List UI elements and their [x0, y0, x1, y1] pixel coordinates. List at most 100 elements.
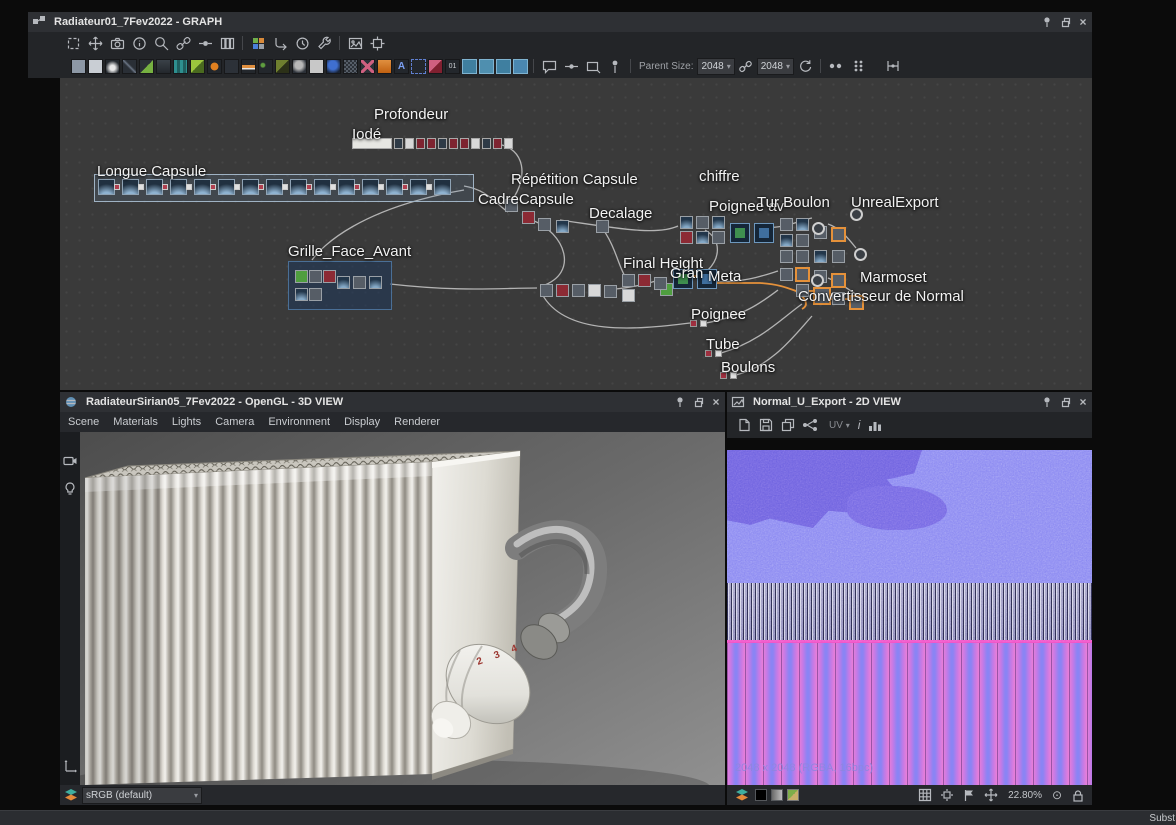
split-red-node-icon[interactable] — [428, 59, 443, 74]
image-thumb-swatch[interactable] — [787, 789, 799, 801]
grunge-node-icon[interactable] — [258, 59, 273, 74]
levels-node-icon[interactable] — [156, 59, 171, 74]
blend-node-icon[interactable] — [88, 59, 103, 74]
value-node-icon[interactable] — [445, 59, 460, 74]
frame-node-icon[interactable] — [583, 57, 603, 75]
uv-mode-dropdown[interactable]: UV ▾ — [829, 420, 850, 431]
graph-node[interactable] — [369, 276, 382, 289]
fxmap-node-icon[interactable] — [462, 59, 477, 74]
graph-node[interactable] — [323, 270, 336, 283]
graph-node[interactable] — [540, 284, 553, 297]
graph-node[interactable] — [696, 231, 709, 244]
marquee-select-icon[interactable] — [63, 34, 83, 52]
graph-node[interactable] — [295, 288, 308, 301]
curve-node-icon[interactable] — [122, 59, 137, 74]
timer-icon[interactable] — [292, 34, 312, 52]
graph-node[interactable] — [309, 270, 322, 283]
export-node-icon[interactable] — [800, 416, 820, 434]
graph-node[interactable] — [780, 250, 793, 263]
comment-icon[interactable] — [539, 57, 559, 75]
pin-icon[interactable] — [1038, 14, 1056, 30]
graph-node[interactable] — [622, 274, 635, 287]
transform-node-icon[interactable] — [224, 59, 239, 74]
uniform-color-node-icon[interactable] — [71, 59, 86, 74]
graph-node[interactable] — [242, 179, 259, 195]
sphere-gray-node-icon[interactable] — [292, 59, 307, 74]
layers-icon[interactable] — [732, 786, 752, 804]
graph-node[interactable] — [556, 220, 569, 233]
graph-node[interactable] — [700, 320, 707, 327]
graph-node-framed[interactable] — [697, 269, 717, 289]
graph-node[interactable] — [352, 138, 392, 149]
menu-materials[interactable]: Materials — [113, 416, 158, 428]
graph-node[interactable] — [814, 250, 827, 263]
menu-display[interactable]: Display — [344, 416, 380, 428]
graph-node[interactable] — [712, 216, 725, 229]
layout-columns-icon[interactable] — [217, 34, 237, 52]
iode-node-strip[interactable] — [352, 138, 515, 149]
graph-node[interactable] — [338, 179, 355, 195]
graph-node[interactable] — [362, 179, 379, 195]
blur-node-icon[interactable] — [105, 59, 120, 74]
float-icon[interactable] — [1056, 14, 1074, 30]
output-node[interactable] — [812, 222, 825, 235]
3d-viewport[interactable]: 2 3 4 — [80, 432, 725, 785]
output-size-dropdown[interactable]: 2048▾ — [757, 58, 794, 75]
graph-node[interactable] — [780, 234, 793, 247]
close-icon[interactable]: × — [1074, 394, 1092, 410]
dot-node-icon[interactable] — [561, 57, 581, 75]
dirt-node-icon[interactable] — [275, 59, 290, 74]
lock-icon[interactable] — [1067, 786, 1087, 804]
graph-node[interactable] — [696, 216, 709, 229]
graph-node[interactable] — [596, 220, 609, 233]
graph-node[interactable] — [98, 179, 115, 195]
gradient-map-node-icon[interactable] — [173, 59, 188, 74]
graph-node[interactable] — [622, 289, 635, 302]
link-icon[interactable] — [173, 34, 193, 52]
reset-size-icon[interactable] — [795, 57, 815, 75]
graph-node[interactable] — [715, 350, 722, 357]
camera-icon[interactable] — [60, 452, 80, 470]
graph-node[interactable] — [504, 138, 513, 149]
grille-face-avant-group[interactable] — [288, 261, 392, 310]
graph-node-framed[interactable] — [754, 223, 774, 243]
graph-node[interactable] — [309, 288, 322, 301]
parent-size-dropdown[interactable]: 2048▾ — [697, 58, 734, 75]
graph-node-framed[interactable] — [673, 269, 693, 289]
pin-icon[interactable] — [1038, 394, 1056, 410]
flag-icon[interactable] — [959, 786, 979, 804]
graph-node[interactable] — [405, 138, 414, 149]
graph-node[interactable] — [194, 179, 211, 195]
graph-node[interactable] — [780, 218, 793, 231]
image-info-icon[interactable]: i — [858, 418, 861, 432]
graph-node-selected[interactable] — [832, 274, 845, 287]
graph-node[interactable] — [449, 138, 458, 149]
graph-node[interactable] — [832, 292, 845, 305]
graph-node[interactable] — [796, 234, 809, 247]
longue-capsule-node-chain[interactable] — [98, 179, 458, 195]
graph-node[interactable] — [493, 138, 502, 149]
image-view-icon[interactable] — [345, 34, 365, 52]
graph-node[interactable] — [434, 179, 451, 195]
center-view-icon[interactable]: ⊙ — [1048, 787, 1066, 803]
gray-swatch[interactable] — [771, 789, 783, 801]
graph-node-framed[interactable] — [730, 223, 750, 243]
2d-view-image[interactable]: 2048 x 2048 (RGBA, 16bpc) — [727, 450, 1092, 785]
float-icon[interactable] — [1056, 394, 1074, 410]
menu-scene[interactable]: Scene — [68, 416, 99, 428]
graph-node[interactable] — [796, 284, 809, 297]
camera-icon[interactable] — [107, 34, 127, 52]
graph-node[interactable] — [538, 218, 551, 231]
graph-node[interactable] — [218, 179, 235, 195]
graph-node[interactable] — [416, 138, 425, 149]
fx-quad-node-icon[interactable] — [513, 59, 528, 74]
save-icon[interactable] — [756, 416, 776, 434]
graph-node[interactable] — [353, 276, 366, 289]
wrench-icon[interactable] — [314, 34, 334, 52]
menu-renderer[interactable]: Renderer — [394, 416, 440, 428]
node-icon[interactable] — [195, 34, 215, 52]
graph-node[interactable] — [427, 138, 436, 149]
graph-node[interactable] — [460, 138, 469, 149]
graph-node[interactable] — [170, 179, 187, 195]
stacked-dots-icon[interactable] — [848, 57, 868, 75]
